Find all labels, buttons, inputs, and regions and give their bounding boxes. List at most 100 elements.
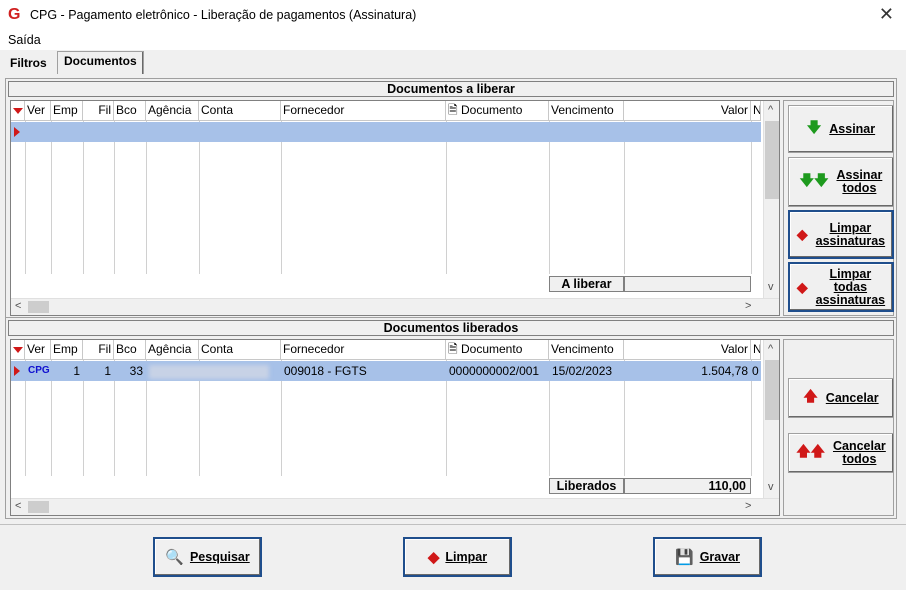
eraser-icon: ◆ — [427, 549, 440, 566]
vertical-scrollbar[interactable]: ^ v — [763, 340, 779, 498]
close-icon[interactable]: ✕ — [879, 4, 894, 25]
cell-extra: 0 — [752, 364, 759, 378]
gravar-label: Gravar — [699, 550, 740, 564]
limpar-todas-assinaturas-button[interactable]: ◆ Limpar todas assinaturas — [788, 262, 894, 312]
cell-documento: 0000000002/001 — [449, 364, 540, 378]
cell-ver: CPG — [28, 365, 50, 376]
col-fornecedor[interactable]: Fornecedor — [281, 101, 446, 121]
panel-documentos-liberados: Documentos liberados Ver Emp Fil Bco Agê… — [5, 317, 897, 519]
col-divider — [446, 121, 447, 274]
col-fil[interactable]: Fil — [83, 340, 114, 360]
col-documento[interactable]: 🗎 Documento — [446, 340, 549, 360]
col-divider — [199, 121, 200, 274]
horizontal-scrollbar[interactable]: < > — [11, 298, 779, 315]
scroll-thumb[interactable] — [28, 501, 49, 513]
sign-buttons-column: 🡇 Assinar 🡇🡇 Assinar todos ◆ Limpar assina… — [783, 100, 894, 316]
col-documento-label: Documento — [461, 103, 523, 117]
double-arrow-down-icon: 🡇🡇 — [799, 172, 829, 188]
assinar-todos-label-1: Assinar — [836, 168, 883, 182]
scroll-thumb[interactable] — [765, 121, 779, 199]
col-divider — [624, 121, 625, 274]
scroll-left-icon[interactable]: < — [15, 500, 21, 512]
col-emp[interactable]: Emp — [51, 340, 83, 360]
scroll-right-icon[interactable]: > — [745, 500, 751, 512]
scroll-up-icon[interactable]: ^ — [768, 343, 773, 355]
limpar-button[interactable]: ◆ Limpar — [403, 537, 512, 577]
scroll-down-icon[interactable]: v — [768, 481, 774, 493]
scroll-down-icon[interactable]: v — [768, 281, 774, 293]
pesquisar-label: Pesquisar — [189, 550, 250, 564]
col-valor[interactable]: Valor — [624, 340, 751, 360]
gravar-button[interactable]: 💾 Gravar — [653, 537, 762, 577]
limpar-todas-label-2: todas — [833, 279, 868, 294]
horizontal-scrollbar[interactable]: < > — [11, 498, 779, 515]
scroll-left-icon[interactable]: < — [15, 300, 21, 312]
double-arrow-up-icon: 🡅🡅 — [796, 443, 825, 459]
window-title: CPG - Pagamento eletrônico - Liberação d… — [30, 8, 417, 22]
vertical-scrollbar[interactable]: ^ v — [763, 101, 779, 298]
limpar-todas-label-3: assinaturas — [815, 292, 886, 307]
scroll-thumb[interactable] — [765, 360, 779, 420]
grid-liberados[interactable]: Ver Emp Fil Bco Agência Conta Fornecedor… — [10, 339, 780, 516]
cell-bco: 33 — [129, 364, 143, 378]
search-icon: 🔍 — [165, 549, 184, 566]
col-divider — [114, 121, 115, 274]
col-conta[interactable]: Conta — [199, 101, 281, 121]
cancelar-todos-button[interactable]: 🡅🡅 Cancelar todos — [788, 433, 894, 473]
scroll-right-icon[interactable]: > — [745, 300, 751, 312]
col-divider — [281, 121, 282, 274]
col-valor[interactable]: Valor — [624, 101, 751, 121]
assinar-button[interactable]: 🡇 Assinar — [788, 105, 894, 153]
row-pointer-icon — [14, 366, 20, 376]
tab-filtros[interactable]: Filtros — [4, 54, 53, 74]
grid-header: Ver Emp Fil Bco Agência Conta Fornecedor… — [11, 101, 761, 121]
scroll-up-icon[interactable]: ^ — [768, 104, 773, 116]
col-extra[interactable]: N — [751, 101, 761, 121]
limpar-assinaturas-button[interactable]: ◆ Limpar assinaturas — [788, 210, 894, 259]
col-documento[interactable]: 🗎 Documento — [446, 101, 549, 121]
pesquisar-button[interactable]: 🔍 Pesquisar — [153, 537, 262, 577]
document-icon: 🗎 — [448, 342, 458, 356]
menu-item-saida[interactable]: Saída — [8, 33, 41, 47]
menu-bar: Saída — [0, 30, 906, 50]
col-documento-label: Documento — [461, 342, 523, 356]
col-ver[interactable]: Ver — [25, 340, 51, 360]
col-agencia[interactable]: Agência — [146, 340, 199, 360]
cell-agencia-conta-redacted — [146, 361, 281, 381]
table-row[interactable] — [11, 122, 761, 142]
col-bco[interactable]: Bco — [114, 101, 146, 121]
col-fil[interactable]: Fil — [83, 101, 114, 121]
col-divider — [751, 121, 752, 274]
panel-title: Documentos a liberar — [8, 81, 894, 97]
assinar-todos-button[interactable]: 🡇🡇 Assinar todos — [788, 157, 894, 207]
table-row[interactable]: CPG 1 1 33 009018 - FGTS 0000000002/001 … — [11, 361, 761, 381]
col-fornecedor[interactable]: Fornecedor — [281, 340, 446, 360]
save-icon: 💾 — [675, 549, 694, 566]
col-emp[interactable]: Emp — [51, 101, 83, 121]
col-conta[interactable]: Conta — [199, 340, 281, 360]
sort-indicator[interactable] — [11, 101, 25, 121]
col-vencimento[interactable]: Vencimento — [549, 340, 624, 360]
eraser-icon: ◆ — [796, 226, 808, 242]
limpar-assinaturas-label-2: assinaturas — [815, 233, 886, 248]
grid-a-liberar[interactable]: Ver Emp Fil Bco Agência Conta Fornecedor… — [10, 100, 780, 316]
col-bco[interactable]: Bco — [114, 340, 146, 360]
row-pointer-icon — [14, 127, 20, 137]
cell-emp: 1 — [73, 364, 80, 378]
col-agencia[interactable]: Agência — [146, 101, 199, 121]
assinar-label: Assinar — [829, 121, 876, 136]
col-divider — [83, 121, 84, 274]
col-ver[interactable]: Ver — [25, 101, 51, 121]
tab-documentos[interactable]: Documentos — [57, 51, 144, 74]
col-extra[interactable]: N — [751, 340, 761, 360]
cancelar-label: Cancelar — [825, 390, 879, 405]
scroll-thumb[interactable] — [28, 301, 49, 313]
col-divider — [549, 121, 550, 274]
panel-documentos-a-liberar: Documentos a liberar Ver Emp Fil Bco Agê… — [5, 78, 897, 318]
sort-indicator[interactable] — [11, 340, 25, 360]
cell-fornecedor: 009018 - FGTS — [284, 364, 367, 378]
col-vencimento[interactable]: Vencimento — [549, 101, 624, 121]
footer-liberados-value: 110,00 — [624, 478, 751, 494]
eraser-icon: ◆ — [796, 278, 808, 295]
cancelar-button[interactable]: 🡅 Cancelar — [788, 378, 894, 418]
